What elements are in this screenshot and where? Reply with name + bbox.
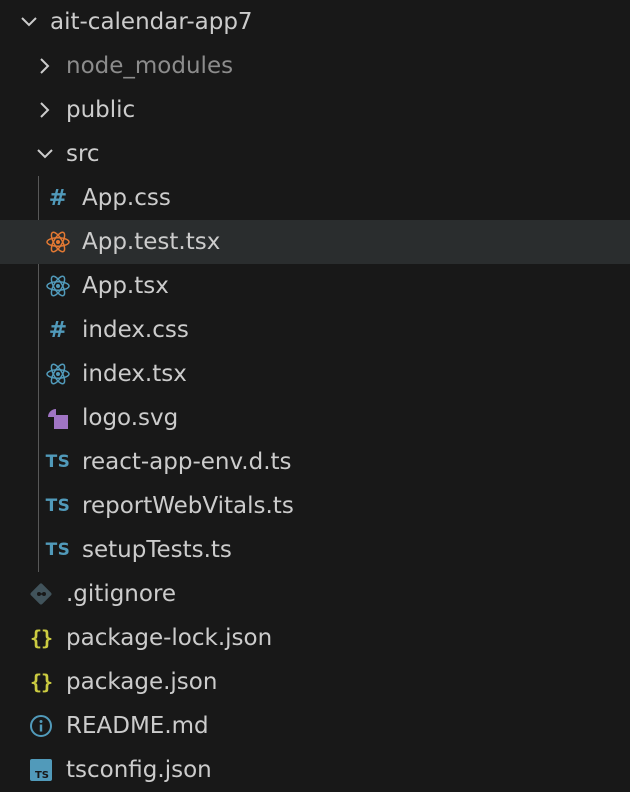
folder-label: src [66, 141, 100, 167]
file-label: App.test.tsx [82, 229, 221, 255]
tsconfig-icon: TS [27, 748, 55, 792]
info-icon [27, 704, 55, 748]
chevron-right-icon[interactable] [31, 88, 59, 132]
file-label: package-lock.json [66, 625, 273, 651]
css-hash-icon: # [48, 185, 68, 211]
file-label: App.tsx [82, 273, 169, 299]
file-label: App.css [82, 185, 171, 211]
chevron-right-icon[interactable] [31, 44, 59, 88]
react-icon [44, 352, 72, 396]
file-label: package.json [66, 669, 218, 695]
tree-file-readme[interactable]: README.md [0, 704, 630, 748]
json-braces-icon: {} [29, 670, 53, 694]
svg-shapes-icon [44, 396, 72, 440]
file-label: react-app-env.d.ts [82, 449, 292, 475]
folder-label: public [66, 97, 136, 123]
tree-folder-src[interactable]: src [0, 132, 630, 176]
tree-folder-public[interactable]: public [0, 88, 630, 132]
file-label: .gitignore [66, 581, 177, 607]
ts-icon: TS [45, 452, 71, 472]
chevron-down-icon[interactable] [31, 132, 59, 176]
tree-file-index-tsx[interactable]: index.tsx [0, 352, 630, 396]
tree-file-gitignore[interactable]: .gitignore [0, 572, 630, 616]
tree-file-react-app-env[interactable]: TS react-app-env.d.ts [0, 440, 630, 484]
ts-icon: TS [45, 496, 71, 516]
file-label: logo.svg [82, 405, 179, 431]
file-label: reportWebVitals.ts [82, 493, 294, 519]
tree-file-app-test-tsx[interactable]: App.test.tsx [0, 220, 630, 264]
git-icon [27, 572, 55, 616]
tree-folder-node-modules[interactable]: node_modules [0, 44, 630, 88]
css-hash-icon: # [48, 317, 68, 343]
json-braces-icon: {} [29, 626, 53, 650]
tree-file-tsconfig[interactable]: TS tsconfig.json [0, 748, 630, 792]
tree-file-index-css[interactable]: # index.css [0, 308, 630, 352]
tree-file-report-web-vitals[interactable]: TS reportWebVitals.ts [0, 484, 630, 528]
file-label: index.tsx [82, 361, 187, 387]
tree-root-folder[interactable]: ait-calendar-app7 [0, 0, 630, 44]
file-label: setupTests.ts [82, 537, 232, 563]
svg-text:TS: TS [35, 770, 49, 781]
ts-icon: TS [45, 540, 71, 560]
chevron-down-icon[interactable] [15, 0, 43, 44]
folder-label: node_modules [66, 53, 234, 79]
react-icon [44, 264, 72, 308]
file-label: tsconfig.json [66, 757, 212, 783]
tree-file-app-css[interactable]: # App.css [0, 176, 630, 220]
tree-file-app-tsx[interactable]: App.tsx [0, 264, 630, 308]
file-label: README.md [66, 713, 209, 739]
root-folder-label: ait-calendar-app7 [50, 9, 253, 35]
tree-file-package-lock-json[interactable]: {} package-lock.json [0, 616, 630, 660]
file-label: index.css [82, 317, 189, 343]
tree-file-logo-svg[interactable]: logo.svg [0, 396, 630, 440]
tree-file-setup-tests[interactable]: TS setupTests.ts [0, 528, 630, 572]
react-test-icon [44, 220, 72, 264]
tree-file-package-json[interactable]: {} package.json [0, 660, 630, 704]
file-explorer: ait-calendar-app7 node_modules public sr… [0, 0, 630, 792]
